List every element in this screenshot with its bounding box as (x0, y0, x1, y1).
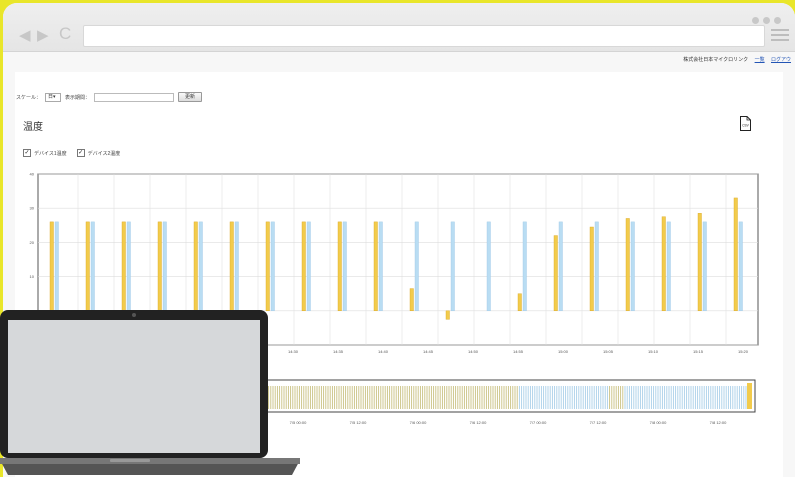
scale-label: スケール： (16, 94, 42, 101)
bar-1 (229, 221, 234, 311)
bar-1 (373, 221, 378, 311)
navigator-tick-label: 7/8 00:00 (650, 420, 667, 425)
bar-1 (193, 221, 198, 311)
bar-2 (558, 221, 563, 311)
back-icon[interactable]: ◀ (19, 28, 31, 43)
legend-label-device2: デバイス2温度 (87, 150, 121, 157)
x-tick-label: 14:40 (378, 349, 389, 354)
bar-2 (522, 221, 527, 311)
scale-select[interactable]: 日▾ (45, 92, 62, 102)
x-tick-label: 15:10 (648, 349, 659, 354)
list-link[interactable]: 一覧 (755, 57, 765, 63)
csv-label: CSV (742, 124, 749, 128)
bar-2 (666, 221, 671, 311)
bar-1 (121, 221, 126, 311)
bar-1 (733, 197, 738, 312)
y-tick-label: 10 (30, 274, 35, 279)
x-tick-label: 14:45 (423, 349, 434, 354)
address-bar[interactable] (83, 25, 765, 47)
bar-2 (90, 221, 95, 311)
forward-icon[interactable]: ▶ (37, 28, 49, 43)
bar-2 (486, 221, 491, 311)
period-input[interactable] (94, 92, 175, 102)
bar-1 (409, 288, 414, 311)
logout-link[interactable]: ログアウ (771, 57, 791, 63)
bar-2 (594, 221, 599, 311)
y-tick-label: 30 (30, 206, 35, 211)
hamburger-menu-icon[interactable] (771, 29, 789, 43)
update-button[interactable]: 更新 (178, 92, 203, 102)
navigator-tick-label: 7/8 12:00 (710, 420, 727, 425)
filter-controls: スケール： 日▾ 表示期間： 更新 (16, 92, 203, 102)
bar-2 (162, 221, 167, 311)
window-dot-icon[interactable] (763, 17, 770, 24)
user-header: 株式会社日本マイクロリンク 一覧 ログアウ (683, 56, 791, 63)
bar-2 (702, 221, 707, 311)
y-tick-label: 40 (30, 172, 35, 177)
laptop-illustration (0, 310, 300, 475)
bar-2 (234, 221, 239, 311)
window-dot-icon[interactable] (774, 17, 781, 24)
browser-toolbar: ◀ ▶ C (3, 3, 795, 52)
bar-1 (85, 221, 90, 311)
navigator-tick-label: 7/6 12:00 (470, 420, 487, 425)
x-tick-label: 14:35 (333, 349, 344, 354)
bar-1 (517, 293, 522, 311)
navigator-tick-label: 7/7 12:00 (590, 420, 607, 425)
x-tick-label: 14:50 (468, 349, 479, 354)
bar-1 (445, 310, 450, 320)
period-label: 表示期間： (65, 94, 91, 101)
scale-value: 日 (48, 93, 54, 100)
legend-label-device1: デバイス1温度 (34, 150, 67, 157)
bar-2 (378, 221, 383, 311)
chart-legend: ✓ デバイス1温度 ✓ デバイス2温度 (23, 149, 120, 157)
bar-1 (625, 218, 630, 311)
bar-2 (414, 221, 419, 311)
y-tick-label: 20 (30, 240, 35, 245)
bar-2 (126, 221, 131, 311)
csv-download-icon[interactable]: CSV (740, 116, 751, 131)
bar-1 (337, 221, 342, 311)
x-tick-label: 15:20 (738, 349, 749, 354)
company-name: 株式会社日本マイクロリンク (683, 57, 749, 63)
navigator-tick-label: 7/5 12:00 (350, 420, 367, 425)
navigator-tick-label: 7/6 00:00 (410, 420, 427, 425)
bar-2 (54, 221, 59, 311)
bar-1 (301, 221, 306, 311)
navigator-handle (747, 383, 752, 409)
window-controls (748, 11, 781, 29)
window-dot-icon[interactable] (752, 17, 759, 24)
bar-2 (450, 221, 455, 311)
x-tick-label: 15:05 (603, 349, 614, 354)
x-tick-label: 15:15 (693, 349, 704, 354)
bar-1 (661, 216, 666, 312)
bar-2 (198, 221, 203, 311)
bar-2 (270, 221, 275, 311)
bar-2 (630, 221, 635, 311)
chart-title: 温度 (23, 122, 43, 133)
bar-1 (553, 235, 558, 311)
bar-1 (157, 221, 162, 311)
x-tick-label: 15:00 (558, 349, 569, 354)
navigator-chart[interactable]: 7/5 00:00 7/5 12:00 7/6 00:00 7/6 12:00 7/7 … (258, 379, 758, 434)
checkbox-device1[interactable]: ✓ (23, 149, 31, 157)
bar-1 (697, 213, 702, 312)
bar-2 (342, 221, 347, 311)
legend-item[interactable]: ✓ デバイス2温度 (76, 149, 121, 157)
legend-item[interactable]: ✓ デバイス1温度 (23, 149, 67, 157)
x-tick-label: 14:55 (513, 349, 524, 354)
bar-1 (265, 221, 270, 311)
bar-2 (306, 221, 311, 311)
checkbox-device2[interactable]: ✓ (76, 149, 85, 157)
bar-1 (589, 226, 594, 311)
bar-1 (49, 221, 54, 311)
reload-icon[interactable]: C (59, 25, 71, 42)
bar-2 (738, 221, 743, 311)
navigator-tick-label: 7/7 00:00 (530, 420, 547, 425)
